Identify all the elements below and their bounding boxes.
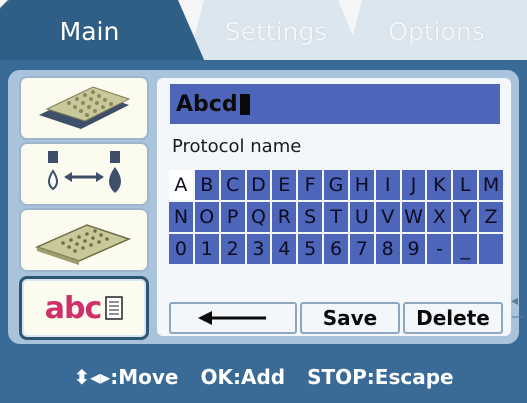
updown-icon: ⬍ [73,365,91,389]
key-5[interactable]: 5 [298,234,323,264]
key-L[interactable]: L [453,170,478,200]
tab-bar: Options Settings Main [0,0,527,68]
sidebar-dispense-button[interactable] [19,142,149,206]
key-Q[interactable]: Q [246,202,271,232]
key-J[interactable]: J [401,170,426,200]
tab-main-label: Main [59,16,120,46]
key-dash[interactable]: - [427,234,452,264]
key-I[interactable]: I [375,170,400,200]
footer-hints: ⬍ ◂▸:Move OK:Add STOP:Escape [0,352,527,402]
sidebar-plate-button[interactable] [19,76,149,140]
protocol-name-input[interactable]: Abcd [170,84,500,124]
tab-settings-label: Settings [224,16,328,46]
key-6[interactable]: 6 [324,234,348,264]
delete-button[interactable]: Delete [403,302,503,334]
document-icon [105,296,123,320]
tab-options[interactable]: Options [346,0,527,62]
microplate-icon [34,224,132,265]
sidebar-microplate-button[interactable] [19,208,149,272]
text-edit-icon: abc [45,291,124,326]
sidebar-text-edit-button[interactable]: abc [19,276,149,340]
key-X[interactable]: X [427,202,452,232]
key-3[interactable]: 3 [246,234,271,264]
leftright-icon: ◂▸ [90,365,111,389]
key-Z[interactable]: Z [479,202,503,232]
plate-icon [39,86,131,129]
key-S[interactable]: S [298,202,323,232]
add-hint: OK:Add [200,365,286,389]
key-P[interactable]: P [220,202,245,232]
input-value: Abcd [176,91,238,117]
key-7[interactable]: 7 [349,234,374,264]
key-blank[interactable] [479,234,503,264]
key-C[interactable]: C [220,170,245,200]
key-0[interactable]: 0 [169,234,193,264]
key-F[interactable]: F [298,170,323,200]
key-R[interactable]: R [272,202,297,232]
escape-hint: STOP:Escape [307,365,454,389]
pointer-arrow-icon: ◂— [511,293,525,325]
text-entry-panel: Abcd Protocol name ABCDEFGHIJKLM NOPQRSTU… [157,78,511,336]
key-G[interactable]: G [324,170,348,200]
field-label: Protocol name [172,136,302,157]
backspace-button[interactable] [169,302,297,334]
text-cursor [239,93,250,115]
tab-options-label: Options [388,16,485,46]
abc-label: abc [44,290,103,326]
key-N[interactable]: N [169,202,193,232]
key-2[interactable]: 2 [220,234,245,264]
key-D[interactable]: D [246,170,271,200]
move-hint: :Move [110,365,179,389]
tab-settings[interactable]: Settings [188,0,364,62]
main-panel: abc Abcd Protocol name ABCDEFGHIJKLM NOPQ… [0,60,527,403]
key-K[interactable]: K [427,170,452,200]
key-O[interactable]: O [194,202,219,232]
key-A[interactable]: A [169,170,193,200]
key-U[interactable]: U [349,202,374,232]
left-arrow-icon [198,311,266,325]
key-W[interactable]: W [401,202,426,232]
tab-main[interactable]: Main [0,0,205,62]
content-area: abc Abcd Protocol name ABCDEFGHIJKLM NOPQ… [8,70,519,344]
key-M[interactable]: M [479,170,503,200]
key-V[interactable]: V [375,202,400,232]
key-4[interactable]: 4 [272,234,297,264]
action-row: Save Delete [169,302,503,334]
key-9[interactable]: 9 [401,234,426,264]
key-T[interactable]: T [324,202,348,232]
key-1[interactable]: 1 [194,234,219,264]
key-B[interactable]: B [194,170,219,200]
save-button[interactable]: Save [300,302,400,334]
dispense-transfer-icon [48,151,121,193]
key-8[interactable]: 8 [375,234,400,264]
on-screen-keyboard: A B C D E F G H I J K L M N O P Q R S T U V W X Y Z 0 1 2 3 4 5 6 7 8 9- _ [169,170,503,264]
key-H[interactable]: H [349,170,374,200]
key-E[interactable]: E [272,170,297,200]
key-Y[interactable]: Y [453,202,478,232]
key-underscore[interactable]: _ [453,234,478,264]
